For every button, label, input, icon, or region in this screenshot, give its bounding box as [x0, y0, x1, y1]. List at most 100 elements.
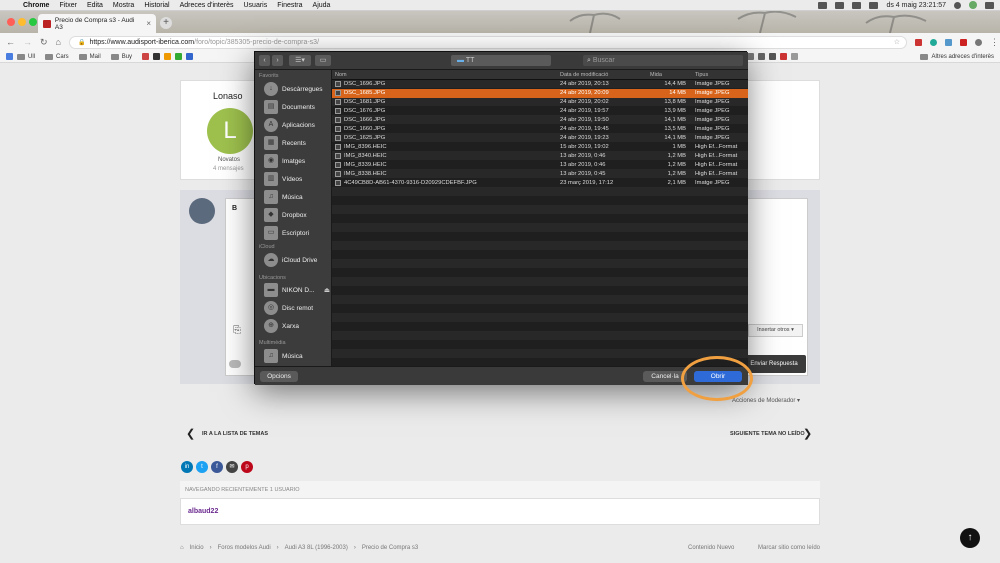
- apple-icon[interactable]: [7, 1, 17, 10]
- back-icon[interactable]: ‹: [259, 55, 270, 66]
- facebook-icon[interactable]: f: [211, 461, 223, 473]
- moderator-actions[interactable]: Acciones de Moderador ▾: [732, 397, 800, 404]
- bookmark-icon[interactable]: [186, 53, 194, 60]
- menu-file[interactable]: Fitxer: [59, 2, 77, 9]
- home-icon[interactable]: ⌂: [56, 37, 61, 47]
- sidebar-item-downloads[interactable]: ↓ Descàrregues: [264, 81, 330, 97]
- post-author[interactable]: Lonaso: [213, 91, 243, 101]
- pinterest-icon[interactable]: p: [241, 461, 253, 473]
- view-mode-button[interactable]: ☰▾: [289, 55, 311, 66]
- sidebar-item-music-media[interactable]: ♫ Música: [264, 348, 330, 364]
- recent-user-link[interactable]: albaud22: [188, 508, 218, 515]
- toggle-switch[interactable]: [229, 360, 241, 368]
- breadcrumb-item[interactable]: Audi A3 8L (1996-2003): [285, 545, 348, 551]
- more-menu-icon[interactable]: ⋮: [990, 37, 999, 48]
- sidebar-item-videos[interactable]: ▥ Vídeos: [264, 171, 330, 187]
- bookmark-icon[interactable]: [791, 53, 799, 60]
- file-row[interactable]: DSC_1685.JPG 24 abr 2019, 20:09 14 MB Imatg…: [332, 89, 748, 98]
- bookmark-folder-mail[interactable]: Mail: [78, 53, 101, 60]
- next-unread-topic-link[interactable]: SIGUIENTE TEMA NO LEÍDO: [730, 431, 805, 437]
- bookmark-folder-ull[interactable]: Ull: [17, 53, 35, 60]
- linkedin-icon[interactable]: in: [181, 461, 193, 473]
- address-bar[interactable]: 🔒 https://www.audisport-iberica.com/foro…: [68, 35, 907, 49]
- sidebar-item-network[interactable]: ⊕ Xarxa: [264, 318, 330, 334]
- options-button[interactable]: Opcions: [260, 371, 298, 382]
- bookmark-icon[interactable]: [780, 53, 788, 60]
- extension-icon[interactable]: [959, 38, 967, 46]
- wifi-icon[interactable]: [852, 1, 862, 9]
- bookmark-icon[interactable]: [175, 53, 183, 60]
- extension-icon[interactable]: [929, 38, 937, 46]
- menu-bookmarks[interactable]: Adreces d'interès: [180, 2, 234, 9]
- bold-button[interactable]: B: [232, 205, 237, 212]
- chevron-left-icon[interactable]: ❮: [186, 427, 195, 440]
- bookmark-icon[interactable]: [153, 53, 161, 60]
- bookmark-star-icon[interactable]: ☆: [894, 38, 900, 46]
- email-icon[interactable]: ✉: [226, 461, 238, 473]
- file-row[interactable]: DSC_1666.JPG 24 abr 2019, 19:50 14,1 MB Ima…: [332, 116, 748, 125]
- submit-reply-button[interactable]: Enviar Respuesta: [742, 355, 806, 373]
- bookmark-icon[interactable]: [769, 53, 777, 60]
- file-row[interactable]: IMG_8338.HEIC 13 abr 2019, 0:45 1,2 MB High…: [332, 170, 748, 179]
- bookmark-other[interactable]: Altres adreces d'interès: [920, 53, 994, 60]
- breadcrumb-item[interactable]: Inicio: [190, 545, 204, 551]
- new-content-link[interactable]: Contenido Nuevo: [688, 545, 734, 551]
- close-icon[interactable]: ×: [146, 19, 151, 28]
- file-row[interactable]: 4C49CB8D-AB61-4370-9316-D20929CDEFBF.JPG…: [332, 179, 748, 188]
- search-icon[interactable]: [954, 1, 961, 9]
- file-row[interactable]: IMG_8339.HEIC 13 abr 2019, 0:46 1,2 MB High…: [332, 161, 748, 170]
- back-icon[interactable]: ←: [6, 37, 15, 47]
- window-close-button[interactable]: [7, 18, 15, 26]
- sidebar-item-documents[interactable]: ▤ Documents: [264, 99, 330, 115]
- scroll-top-button[interactable]: ↑: [960, 528, 980, 548]
- mark-read-link[interactable]: Marcar sitio como leído: [758, 545, 820, 551]
- insert-others-dropdown[interactable]: Insertar otros ▾: [748, 324, 803, 337]
- menu-view[interactable]: Mostra: [113, 2, 134, 9]
- sidebar-item-applications[interactable]: A Aplicacions: [264, 117, 330, 133]
- file-row[interactable]: IMG_8340.HEIC 13 abr 2019, 0:46 1,2 MB High…: [332, 152, 748, 161]
- file-row[interactable]: DSC_1676.JPG 24 abr 2019, 19:57 13,9 MB Ima…: [332, 107, 748, 116]
- menu-users[interactable]: Usuaris: [244, 2, 268, 9]
- status-icon[interactable]: [818, 1, 828, 9]
- sidebar-item-recents[interactable]: ▦ Recents: [264, 135, 330, 151]
- sidebar-item-remote-disc[interactable]: ◎ Disc remot: [264, 300, 330, 316]
- bookmark-folder-buy[interactable]: Buy: [110, 53, 132, 60]
- chevron-right-icon[interactable]: ❯: [803, 427, 812, 440]
- bookmark-icon[interactable]: [164, 53, 172, 60]
- window-zoom-button[interactable]: [29, 18, 37, 26]
- menu-list-icon[interactable]: [985, 1, 994, 9]
- file-row[interactable]: DSC_1696.JPG 24 abr 2019, 20:13 14,4 MB Ima…: [332, 80, 748, 89]
- menu-help[interactable]: Ajuda: [313, 2, 331, 9]
- window-minimize-button[interactable]: [18, 18, 26, 26]
- apps-icon[interactable]: [6, 53, 13, 60]
- bookmark-icon[interactable]: [142, 53, 150, 60]
- column-kind[interactable]: Tipus: [695, 72, 708, 78]
- profile-avatar[interactable]: [974, 38, 982, 46]
- folder-selector[interactable]: ▬ TT: [451, 55, 551, 66]
- file-row[interactable]: DSC_1660.JPG 24 abr 2019, 19:45 13,5 MB Ima…: [332, 125, 748, 134]
- bookmark-folder-cars[interactable]: Cars: [45, 53, 69, 60]
- file-row[interactable]: DSC_1681.JPG 24 abr 2019, 20:02 13,8 MB Ima…: [332, 98, 748, 107]
- battery-icon[interactable]: [869, 1, 879, 9]
- tab-active[interactable]: Precio de Compra s3 - Audi A3 ×: [38, 14, 156, 33]
- forward-icon[interactable]: →: [23, 37, 32, 47]
- bookmark-icon[interactable]: [747, 53, 755, 60]
- sidebar-item-icloud-drive[interactable]: ☁ iCloud Drive: [264, 252, 330, 268]
- column-name[interactable]: Nom: [335, 72, 347, 78]
- new-folder-button[interactable]: ▭: [315, 55, 331, 66]
- back-to-topics-link[interactable]: IR A LA LISTA DE TEMAS: [202, 431, 268, 437]
- avatar[interactable]: [969, 1, 977, 9]
- extension-icon[interactable]: [944, 38, 952, 46]
- menu-clock[interactable]: ds 4 maig 23:21:57: [886, 2, 946, 9]
- forward-icon[interactable]: ›: [272, 55, 283, 66]
- file-row[interactable]: IMG_8396.HEIC 15 abr 2019, 19:02 1 MB High …: [332, 143, 748, 152]
- menu-edit[interactable]: Edita: [87, 2, 103, 9]
- menu-window[interactable]: Finestra: [277, 2, 302, 9]
- eject-icon[interactable]: ⏏: [324, 286, 330, 294]
- bookmark-icon[interactable]: [758, 53, 766, 60]
- avatar[interactable]: L: [207, 108, 253, 154]
- reload-icon[interactable]: ↻: [40, 37, 48, 48]
- sidebar-item-dropbox[interactable]: ◆ Dropbox: [264, 207, 330, 223]
- status-icon[interactable]: [835, 1, 845, 9]
- twitter-icon[interactable]: t: [196, 461, 208, 473]
